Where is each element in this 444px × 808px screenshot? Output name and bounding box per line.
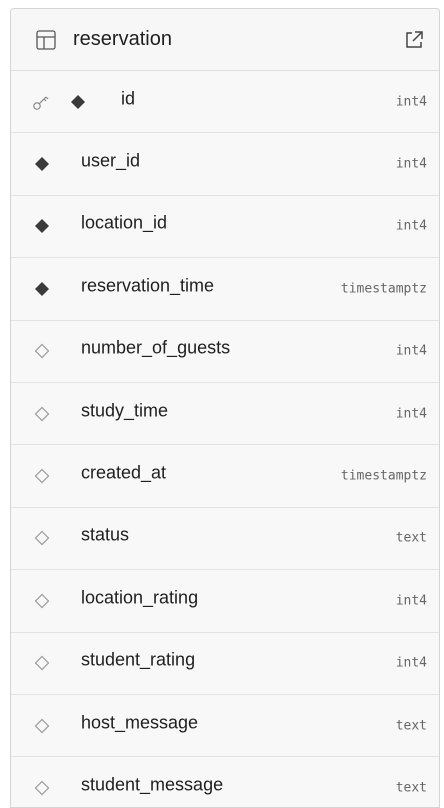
column-type: text (395, 780, 427, 796)
outline-diamond-icon (33, 342, 51, 360)
column-name: student_rating (81, 649, 196, 670)
column-type: text (395, 718, 427, 734)
column-type: int4 (395, 218, 427, 234)
column-type: int4 (395, 94, 427, 110)
column-type: timestamptz (340, 281, 427, 297)
table-card: reservation id int4 user_id int4 location_id… (10, 8, 440, 808)
column-type: int4 (395, 406, 427, 422)
filled-diamond-icon (33, 217, 51, 235)
column-name: user_id (81, 150, 141, 171)
column-name: location_id (81, 212, 168, 233)
column-name: host_message (81, 712, 199, 733)
outline-diamond-icon (33, 467, 51, 485)
column-name: status (81, 524, 130, 545)
column-type: int4 (395, 593, 427, 609)
filled-diamond-icon (33, 280, 51, 298)
column-row[interactable]: student_rating int4 (11, 632, 439, 695)
column-row[interactable]: location_rating int4 (11, 570, 439, 633)
column-row[interactable]: number_of_guests int4 (11, 320, 439, 383)
column-name: student_message (81, 774, 224, 795)
column-row[interactable]: created_at timestamptz (11, 445, 439, 508)
column-name: location_rating (81, 587, 199, 608)
column-name: study_time (81, 400, 169, 421)
outline-diamond-icon (33, 529, 51, 547)
column-row[interactable]: student_message text (11, 757, 439, 807)
column-type: text (395, 530, 427, 546)
outline-diamond-icon (33, 717, 51, 735)
outline-diamond-icon (33, 654, 51, 672)
filled-diamond-icon (69, 93, 87, 111)
column-type: int4 (395, 343, 427, 359)
column-name: created_at (81, 462, 167, 483)
column-row[interactable]: host_message text (11, 694, 439, 758)
column-type: int4 (395, 156, 427, 172)
key-icon (31, 93, 51, 113)
column-list: id int4 user_id int4 location_id int4 reservat… (11, 71, 439, 807)
column-row[interactable]: study_time int4 (11, 382, 439, 446)
column-row[interactable]: status text (11, 507, 439, 571)
outline-diamond-icon (33, 592, 51, 610)
outline-diamond-icon (33, 779, 51, 797)
column-row[interactable]: reservation_time timestamptz (11, 258, 439, 321)
column-name: reservation_time (81, 275, 215, 296)
column-type: int4 (395, 655, 427, 671)
table-header: reservation (11, 9, 439, 71)
outline-diamond-icon (33, 405, 51, 423)
column-row[interactable]: id int4 (11, 71, 439, 134)
filled-diamond-icon (33, 155, 51, 173)
column-name: id (121, 88, 136, 109)
column-row[interactable]: location_id int4 (11, 195, 439, 259)
table-name: reservation (73, 28, 172, 50)
column-type: timestamptz (340, 468, 427, 484)
column-name: number_of_guests (81, 337, 231, 358)
external-link-icon[interactable] (403, 29, 425, 51)
column-row[interactable]: user_id int4 (11, 133, 439, 196)
table-icon (35, 29, 57, 51)
